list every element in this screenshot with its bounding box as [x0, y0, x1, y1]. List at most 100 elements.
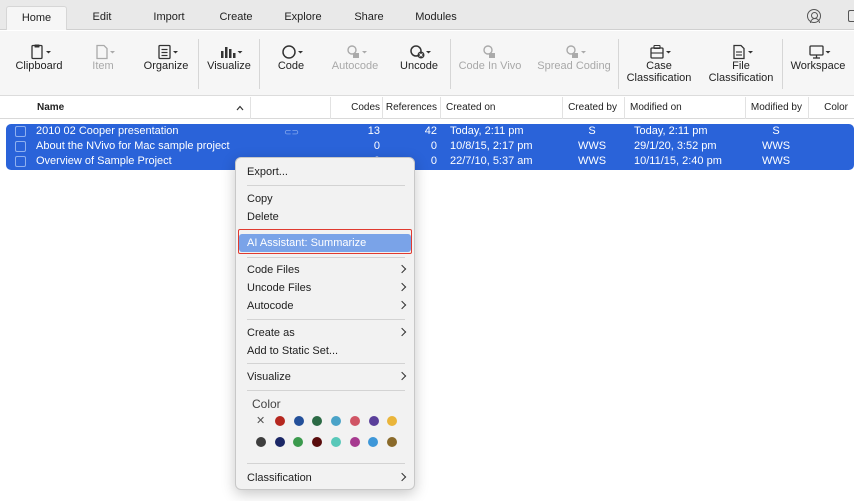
menu-separator: [247, 363, 405, 364]
row-created-on: 22/7/10, 5:37 am: [450, 155, 533, 167]
visualize-button[interactable]: Visualize: [203, 31, 255, 96]
column-header-color[interactable]: Color: [808, 97, 848, 119]
tab-share[interactable]: Share: [345, 6, 393, 30]
clipboard-button[interactable]: Clipboard: [10, 31, 68, 96]
color-swatch[interactable]: [368, 416, 379, 426]
color-swatch[interactable]: [256, 437, 266, 447]
code-in-vivo-label: Code In Vivo: [458, 60, 522, 72]
ribbon-tab-bar: Home Edit Import Create Explore Share Mo…: [0, 0, 854, 30]
table-row[interactable]: About the NVivo for Mac sample project 0…: [6, 139, 854, 154]
column-header-modified-by[interactable]: Modified by: [745, 97, 802, 119]
color-swatch[interactable]: [331, 416, 342, 426]
sidebar-toggle-icon[interactable]: [848, 10, 854, 22]
menu-item-uncode-files[interactable]: Uncode Files: [247, 280, 407, 296]
menu-item-delete[interactable]: Delete: [247, 209, 405, 225]
row-references: 0: [430, 140, 437, 152]
color-swatch[interactable]: [293, 437, 304, 447]
menu-item-copy[interactable]: Copy: [247, 191, 405, 207]
column-header-name[interactable]: Name: [37, 97, 64, 119]
color-swatch[interactable]: [349, 416, 360, 426]
sort-ascending-icon[interactable]: [236, 105, 244, 111]
spread-coding-icon: [566, 45, 586, 58]
organize-button[interactable]: Organize: [139, 31, 193, 96]
ribbon-divider: [259, 39, 260, 89]
clipboard-icon: [31, 44, 51, 60]
column-header-created-on[interactable]: Created on: [440, 97, 495, 119]
tab-import[interactable]: Import: [140, 6, 198, 30]
case-classification-button[interactable]: Case Classification: [624, 31, 694, 96]
menu-item-autocode[interactable]: Autocode: [247, 298, 407, 314]
row-modified-on: Today, 2:11 pm: [634, 125, 708, 137]
table-row[interactable]: Overview of Sample Project 0 0 22/7/10, …: [6, 154, 854, 169]
column-header-created-by[interactable]: Created by: [562, 97, 617, 119]
color-swatch[interactable]: [275, 416, 285, 426]
file-classification-label: File Classification: [708, 60, 774, 84]
file-type-icon: [15, 156, 26, 167]
case-classification-icon: [650, 44, 671, 59]
menu-item-code-files[interactable]: Code Files: [247, 262, 407, 278]
uncode-icon: [410, 45, 431, 59]
color-swatch[interactable]: [368, 437, 379, 447]
spread-coding-button[interactable]: Spread Coding: [535, 31, 613, 96]
case-classification-label: Case Classification: [626, 60, 692, 84]
menu-item-add-to-static-set[interactable]: Add to Static Set...: [247, 343, 405, 359]
row-modified-by: WWS: [761, 155, 791, 167]
submenu-chevron-icon: [397, 327, 407, 337]
link-icon: ⊂⊃: [284, 127, 300, 137]
submenu-chevron-icon: [397, 264, 407, 274]
nvivo-window: Home Edit Import Create Explore Share Mo…: [0, 0, 854, 501]
file-classification-button[interactable]: File Classification: [706, 31, 776, 96]
menu-item-create-as[interactable]: Create as: [247, 325, 407, 341]
color-swatch[interactable]: [387, 416, 398, 426]
row-created-on: 10/8/15, 2:17 pm: [450, 140, 533, 152]
item-button[interactable]: Item: [82, 31, 124, 96]
tab-home[interactable]: Home: [6, 6, 67, 30]
column-header-codes[interactable]: Codes: [330, 97, 380, 119]
autocode-button[interactable]: Autocode: [328, 31, 382, 96]
ribbon-toolbar: Clipboard Item Organize Visualize Code A…: [0, 31, 854, 96]
uncode-label: Uncode: [400, 60, 438, 72]
table-header: Name Codes References Created on Created…: [0, 97, 854, 119]
tab-create[interactable]: Create: [210, 6, 262, 30]
column-header-references[interactable]: References: [382, 97, 437, 119]
submenu-chevron-icon: [397, 371, 407, 381]
bar-chart-icon: [221, 47, 243, 58]
code-circle-icon: [282, 45, 303, 59]
color-swatch[interactable]: [293, 416, 304, 426]
code-label: Code: [277, 60, 305, 72]
tab-edit[interactable]: Edit: [78, 6, 126, 30]
row-codes: 13: [367, 125, 380, 137]
autocode-label: Autocode: [331, 60, 379, 72]
no-color-swatch[interactable]: ✕: [256, 416, 265, 427]
column-divider: [250, 97, 251, 119]
code-in-vivo-button[interactable]: Code In Vivo: [455, 31, 525, 96]
file-type-icon: [15, 141, 26, 152]
menu-item-visualize[interactable]: Visualize: [247, 369, 407, 385]
color-swatch[interactable]: [312, 437, 323, 447]
color-swatch[interactable]: [330, 437, 341, 447]
menu-separator: [247, 390, 405, 391]
organize-label: Organize: [143, 60, 189, 72]
column-header-modified-on[interactable]: Modified on: [624, 97, 682, 119]
organize-icon: [158, 44, 178, 60]
tab-explore[interactable]: Explore: [276, 6, 330, 30]
row-name: About the NVivo for Mac sample project: [36, 140, 230, 152]
tab-modules[interactable]: Modules: [407, 6, 465, 30]
table-row[interactable]: 2010 02 Cooper presentation ⊂⊃ 13 42 Tod…: [6, 124, 854, 139]
workspace-label: Workspace: [790, 60, 846, 72]
account-icon[interactable]: [807, 9, 821, 23]
menu-separator: [247, 185, 405, 186]
submenu-chevron-icon: [397, 472, 407, 482]
menu-item-export[interactable]: Export...: [247, 164, 405, 180]
color-swatch[interactable]: [274, 437, 285, 447]
color-swatch[interactable]: [312, 416, 323, 426]
workspace-button[interactable]: Workspace: [788, 31, 848, 96]
color-swatch[interactable]: [349, 437, 360, 447]
visualize-label: Visualize: [207, 60, 251, 72]
color-swatch[interactable]: [386, 437, 397, 447]
row-created-by: WWS: [577, 140, 607, 152]
row-name: Overview of Sample Project: [36, 155, 172, 167]
code-button[interactable]: Code: [270, 31, 312, 96]
menu-item-classification[interactable]: Classification: [247, 470, 407, 486]
uncode-button[interactable]: Uncode: [396, 31, 442, 96]
